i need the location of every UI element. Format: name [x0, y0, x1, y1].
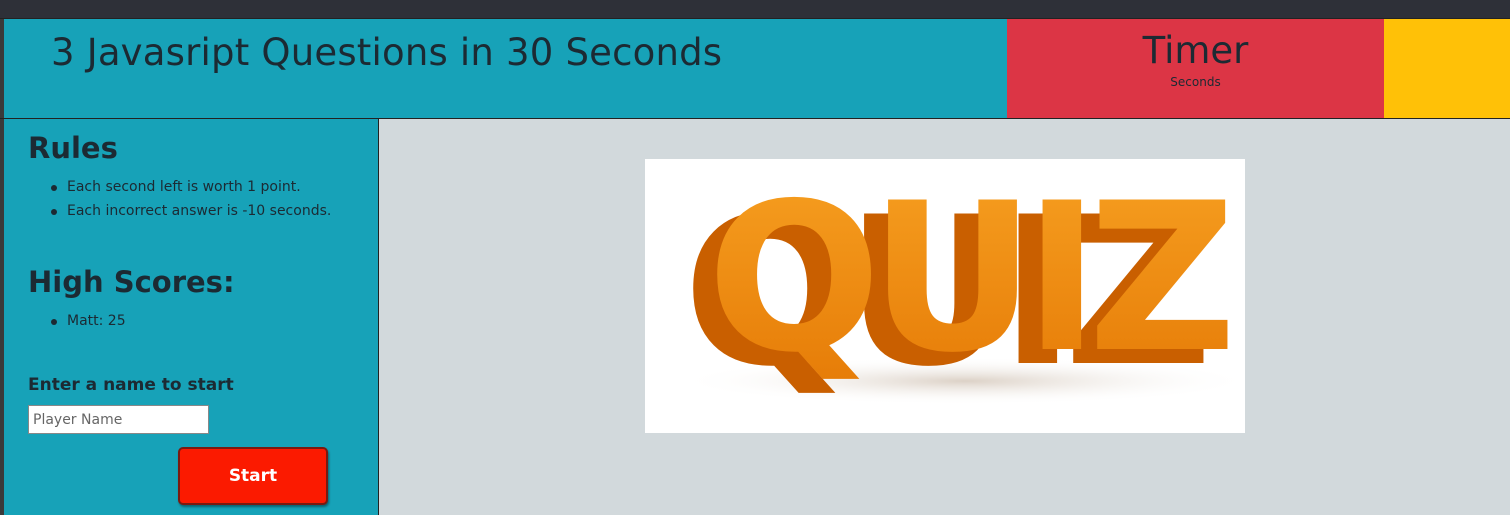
quiz-text: QUIZ: [707, 160, 1228, 398]
sidebar: Rules Each second left is worth 1 point.…: [0, 119, 379, 515]
timer-label: Timer: [1142, 29, 1249, 72]
score-box: [1384, 19, 1510, 118]
rules-list: Each second left is worth 1 point. Each …: [49, 175, 331, 223]
header: 3 Javasript Questions in 30 Seconds Time…: [0, 18, 1510, 119]
start-button[interactable]: Start: [178, 447, 328, 505]
main-content: QUIZ QUIZ: [379, 119, 1510, 515]
rules-heading: Rules: [28, 131, 118, 165]
high-scores-list: Matt: 25: [49, 309, 126, 333]
header-title-area: 3 Javasript Questions in 30 Seconds: [0, 19, 1007, 118]
page-title: 3 Javasript Questions in 30 Seconds: [51, 31, 723, 74]
rule-item: Each incorrect answer is -10 seconds.: [49, 199, 331, 223]
high-score-item: Matt: 25: [49, 309, 126, 333]
enter-name-label: Enter a name to start: [28, 375, 234, 395]
high-scores-heading: High Scores:: [28, 265, 235, 299]
timer-seconds-label: Seconds: [1170, 75, 1221, 89]
player-name-input[interactable]: [28, 405, 209, 434]
quiz-logo: QUIZ QUIZ: [675, 160, 1245, 412]
timer-box: Timer Seconds: [1007, 19, 1384, 118]
rule-item: Each second left is worth 1 point.: [49, 175, 331, 199]
quiz-banner-image: QUIZ QUIZ: [645, 159, 1245, 433]
top-strip: [0, 0, 1510, 18]
